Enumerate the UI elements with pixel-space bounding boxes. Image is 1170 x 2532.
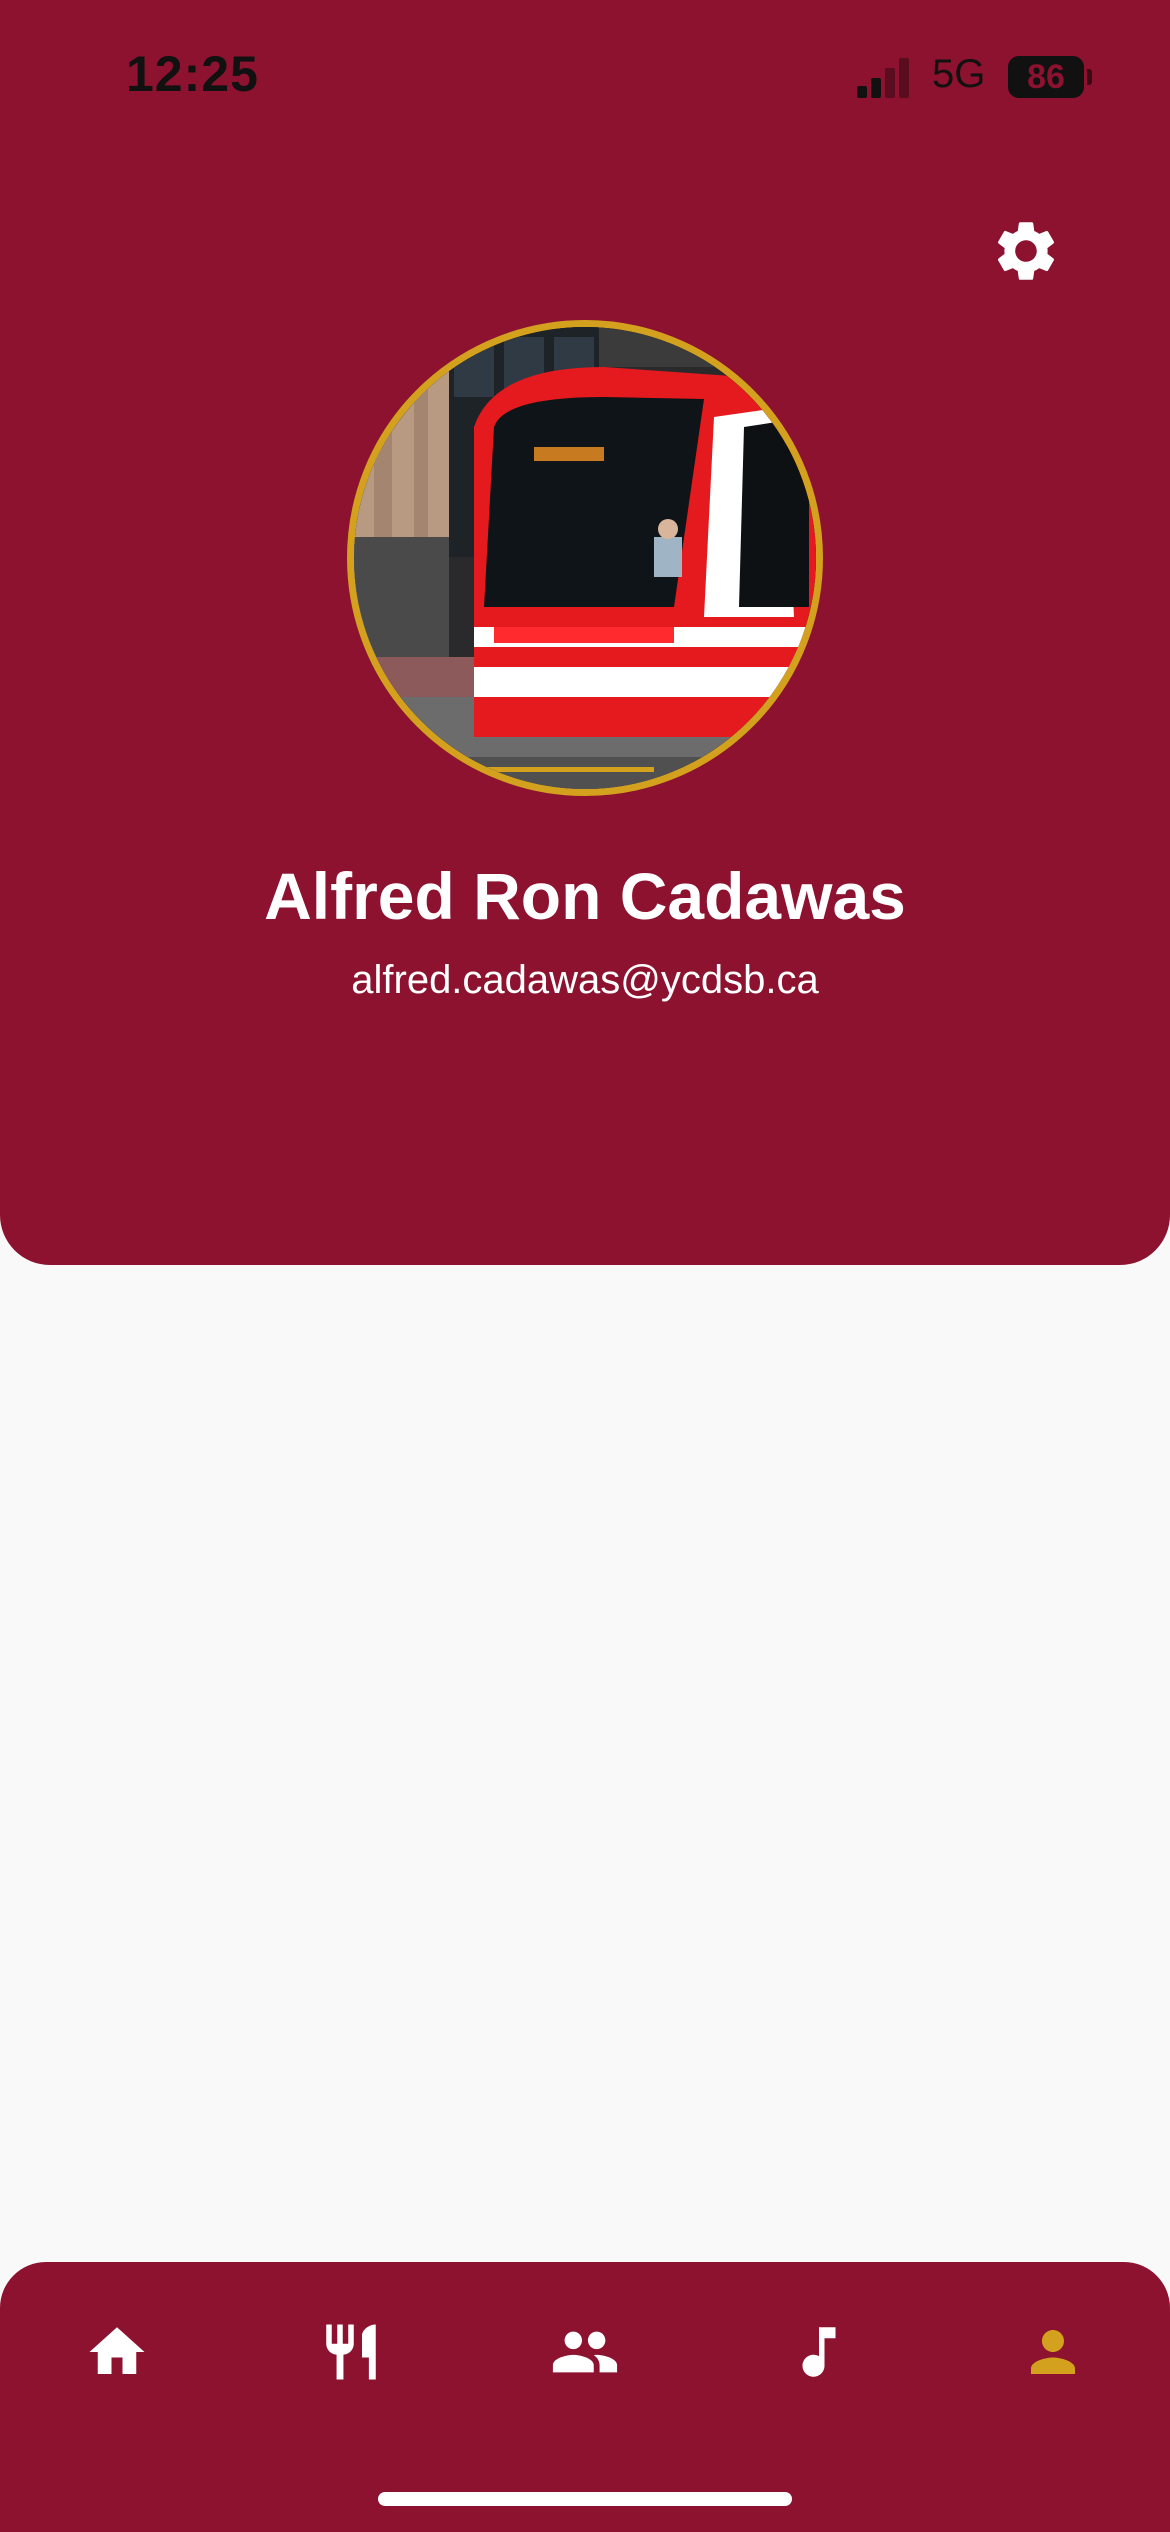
gear-icon bbox=[997, 222, 1055, 280]
profile-screen: 12:25 5G 86 Alfred Ron Cadawas alfred.ca… bbox=[0, 0, 1170, 2532]
battery-level: 86 bbox=[1008, 56, 1084, 98]
battery-icon: 86 bbox=[1008, 56, 1092, 98]
battery-cap bbox=[1087, 69, 1092, 85]
music-note-icon bbox=[802, 2327, 836, 2377]
nav-tab-food[interactable] bbox=[291, 2302, 411, 2402]
profile-email: alfred.cadawas@ycdsb.ca bbox=[351, 958, 819, 1002]
home-indicator[interactable] bbox=[378, 2492, 792, 2506]
nav-tab-home[interactable] bbox=[57, 2302, 177, 2402]
profile-name: Alfred Ron Cadawas bbox=[264, 859, 906, 933]
nav-tab-people[interactable] bbox=[525, 2302, 645, 2402]
status-time: 12:25 bbox=[126, 46, 259, 102]
fork-knife-icon bbox=[326, 2324, 376, 2380]
network-label: 5G bbox=[932, 52, 986, 96]
person-icon bbox=[1031, 2330, 1075, 2374]
avatar-photo bbox=[354, 327, 816, 789]
people-icon bbox=[552, 2331, 618, 2373]
avatar[interactable] bbox=[347, 320, 823, 796]
profile-header: 12:25 5G 86 Alfred Ron Cadawas alfred.ca… bbox=[0, 0, 1170, 1265]
nav-tab-profile[interactable] bbox=[993, 2302, 1113, 2402]
status-bar: 12:25 5G 86 bbox=[0, 0, 1170, 150]
signal-icon bbox=[857, 58, 909, 98]
nav-tab-music[interactable] bbox=[759, 2302, 879, 2402]
settings-button[interactable] bbox=[990, 215, 1062, 287]
home-icon bbox=[89, 2327, 145, 2374]
